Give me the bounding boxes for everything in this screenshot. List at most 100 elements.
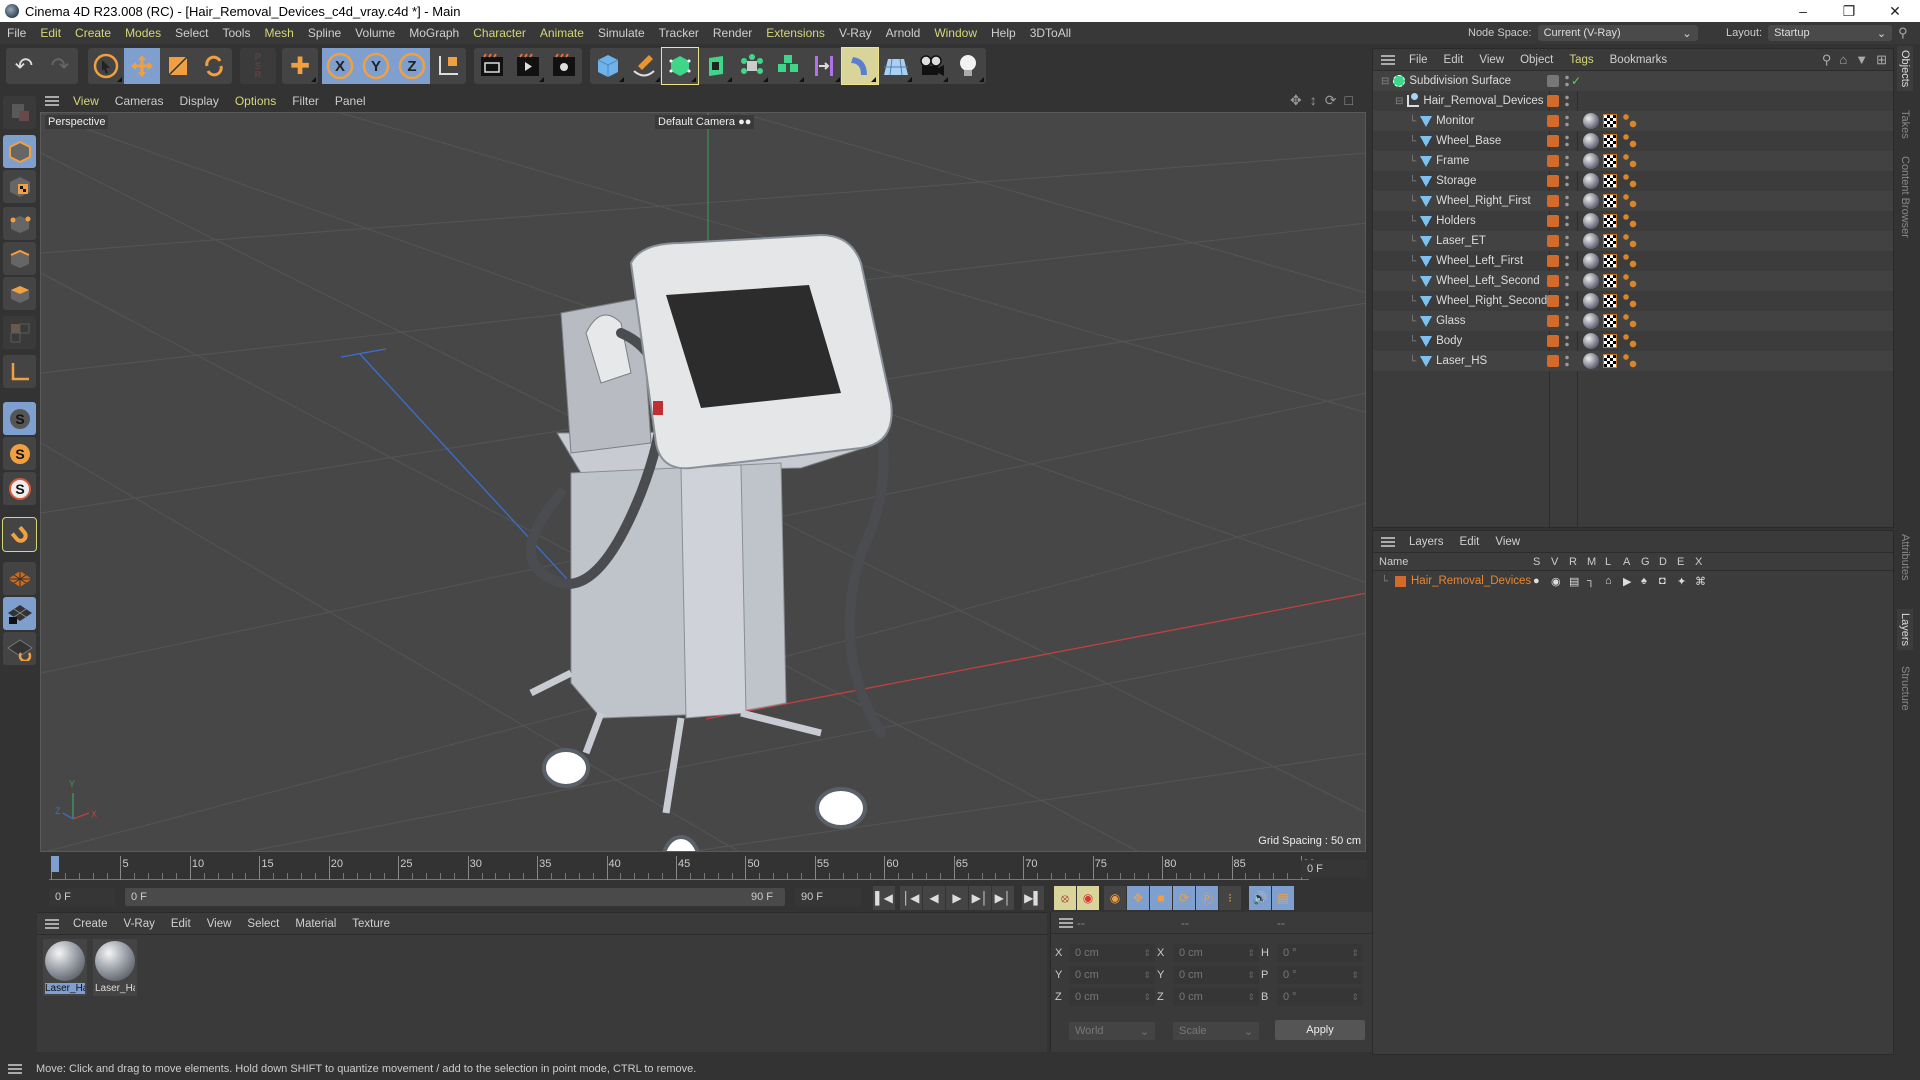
layer-color-swatch[interactable]: [1547, 335, 1559, 347]
menu-simulate[interactable]: Simulate: [591, 26, 652, 40]
layer-menu-edit[interactable]: Edit: [1452, 536, 1488, 548]
snap-settings-button[interactable]: S: [3, 437, 36, 470]
apply-button[interactable]: Apply: [1275, 1020, 1365, 1040]
solo-toggle-icon[interactable]: ●: [1533, 575, 1540, 587]
phong-tag-icon[interactable]: [1623, 294, 1637, 308]
close-button[interactable]: ✕: [1872, 0, 1918, 22]
object-row[interactable]: └ Glass: [1373, 311, 1893, 331]
layer-color-swatch[interactable]: [1547, 255, 1559, 267]
layer-color-swatch[interactable]: [1547, 215, 1559, 227]
status-menu-icon[interactable]: [8, 1064, 22, 1074]
uvw-tag-icon[interactable]: [1603, 114, 1617, 128]
layer-color-swatch[interactable]: [1547, 235, 1559, 247]
filter-icon[interactable]: ▼: [1855, 52, 1868, 68]
object-row[interactable]: └ Laser_HS: [1373, 351, 1893, 371]
magnet-button[interactable]: [2, 517, 37, 552]
home-icon[interactable]: ⌂: [1839, 52, 1847, 68]
material-thumbnail[interactable]: Laser_Ha: [93, 939, 137, 996]
uvw-tag-icon[interactable]: [1603, 214, 1617, 228]
layer-color-swatch[interactable]: [1547, 275, 1559, 287]
layer-column-m[interactable]: M: [1587, 556, 1596, 568]
spinner-arrows-icon[interactable]: ⇕: [1247, 992, 1255, 1003]
menu-edit[interactable]: Edit: [33, 26, 68, 40]
coordinate-value-field[interactable]: 0 ° ⇕: [1277, 944, 1363, 962]
previous-frame-button[interactable]: ◀: [923, 886, 945, 910]
spinner-arrows-icon[interactable]: ⇕: [1143, 970, 1151, 981]
key-scale-button[interactable]: ■: [1150, 886, 1172, 910]
menu-file[interactable]: File: [0, 26, 33, 40]
move-tool-button[interactable]: [124, 48, 160, 84]
menu-3dtoall[interactable]: 3DToAll: [1023, 26, 1078, 40]
spinner-arrows-icon[interactable]: ⇕: [1247, 970, 1255, 981]
coordinate-system-button[interactable]: [430, 48, 466, 84]
visibility-dots[interactable]: [1565, 274, 1569, 288]
timeline-sound-button[interactable]: 🔊: [1249, 886, 1271, 910]
tree-collapse-icon[interactable]: ⊟: [1395, 96, 1403, 107]
uvw-tag-icon[interactable]: [1603, 234, 1617, 248]
redo-button[interactable]: ↷: [42, 48, 78, 84]
scale-tool-button[interactable]: [160, 48, 196, 84]
material-tag-icon[interactable]: [1583, 253, 1599, 269]
layer-color-swatch[interactable]: [1547, 315, 1559, 327]
material-tag-icon[interactable]: [1583, 293, 1599, 309]
object-row[interactable]: └ Wheel_Left_First: [1373, 251, 1893, 271]
render-to-picture-viewer-button[interactable]: [510, 48, 546, 84]
search-icon[interactable]: ⚲: [1898, 25, 1908, 41]
x-axis-lock-button[interactable]: X: [322, 48, 358, 84]
dock-tab-objects[interactable]: Objects: [1897, 46, 1913, 92]
dolly-view-icon[interactable]: ↕: [1310, 92, 1317, 109]
dock-tab-layers[interactable]: Layers: [1897, 609, 1913, 651]
material-tag-icon[interactable]: [1583, 113, 1599, 129]
xref-toggle-icon[interactable]: ⌘: [1695, 575, 1706, 588]
layer-column-l[interactable]: L: [1605, 556, 1611, 568]
live-selection-button[interactable]: [88, 48, 124, 84]
animation-toggle-icon[interactable]: ▶: [1623, 575, 1631, 588]
menu-mograph[interactable]: MoGraph: [402, 26, 466, 40]
layer-menu-icon[interactable]: [1381, 536, 1395, 547]
menu-select[interactable]: Select: [168, 26, 215, 40]
menu-v-ray[interactable]: V-Ray: [832, 26, 879, 40]
dock-tab-attributes[interactable]: Attributes: [1897, 530, 1913, 584]
object-row[interactable]: └ Holders: [1373, 211, 1893, 231]
new-window-icon[interactable]: ⊞: [1876, 52, 1887, 68]
3d-viewport[interactable]: Perspective Default Camera ●● Y X Z Grid…: [40, 112, 1366, 852]
coordinate-value-field[interactable]: 0 cm ⇕: [1173, 988, 1259, 1006]
cube-button[interactable]: [590, 48, 626, 84]
key-parameter-button[interactable]: Ⓟ: [1196, 886, 1218, 910]
pan-view-icon[interactable]: ✥: [1290, 92, 1302, 109]
layer-column-d[interactable]: D: [1659, 556, 1667, 568]
key-point-level-button[interactable]: ⁝: [1219, 886, 1241, 910]
phong-tag-icon[interactable]: [1623, 174, 1637, 188]
layer-menu-view[interactable]: View: [1487, 536, 1528, 548]
rotate-view-icon[interactable]: ⟳: [1325, 92, 1337, 109]
visibility-dots[interactable]: [1565, 74, 1569, 88]
viewport-menu-display[interactable]: Display: [171, 94, 226, 108]
material-tag-icon[interactable]: [1583, 313, 1599, 329]
viewport-menu-view[interactable]: View: [65, 94, 107, 108]
edge-mode-button[interactable]: [3, 242, 36, 275]
layout-select[interactable]: Startup ⌄: [1768, 25, 1893, 41]
go-to-start-button[interactable]: ▌◀: [873, 886, 895, 910]
spinner-arrows-icon[interactable]: ⇕: [1143, 992, 1151, 1003]
dock-tab-content-browser[interactable]: Content Browser: [1897, 152, 1913, 242]
object-menu-view[interactable]: View: [1471, 54, 1512, 66]
object-row[interactable]: ⊟ Subdivision Surface ✓: [1373, 71, 1893, 91]
deformers-toggle-icon[interactable]: ◘: [1659, 575, 1666, 587]
tree-collapse-icon[interactable]: ⊟: [1381, 76, 1389, 87]
viewport-menu-panel[interactable]: Panel: [327, 94, 374, 108]
object-row[interactable]: ⊟ Hair_Removal_Devices: [1373, 91, 1893, 111]
coordinates-menu-icon[interactable]: [1059, 917, 1073, 928]
layer-color-swatch[interactable]: [1547, 175, 1559, 187]
visibility-dots[interactable]: [1565, 114, 1569, 128]
light-button[interactable]: [950, 48, 986, 84]
material-tag-icon[interactable]: [1583, 213, 1599, 229]
uvw-tag-icon[interactable]: [1603, 194, 1617, 208]
object-row[interactable]: └ Wheel_Base: [1373, 131, 1893, 151]
visibility-dots[interactable]: [1565, 254, 1569, 268]
visibility-dots[interactable]: [1565, 314, 1569, 328]
layer-column-name[interactable]: Name: [1379, 556, 1408, 568]
manager-toggle-icon[interactable]: ┐: [1587, 575, 1595, 587]
uvw-tag-icon[interactable]: [1603, 174, 1617, 188]
object-menu-icon[interactable]: [1381, 54, 1395, 65]
layer-color-swatch[interactable]: [1547, 295, 1559, 307]
